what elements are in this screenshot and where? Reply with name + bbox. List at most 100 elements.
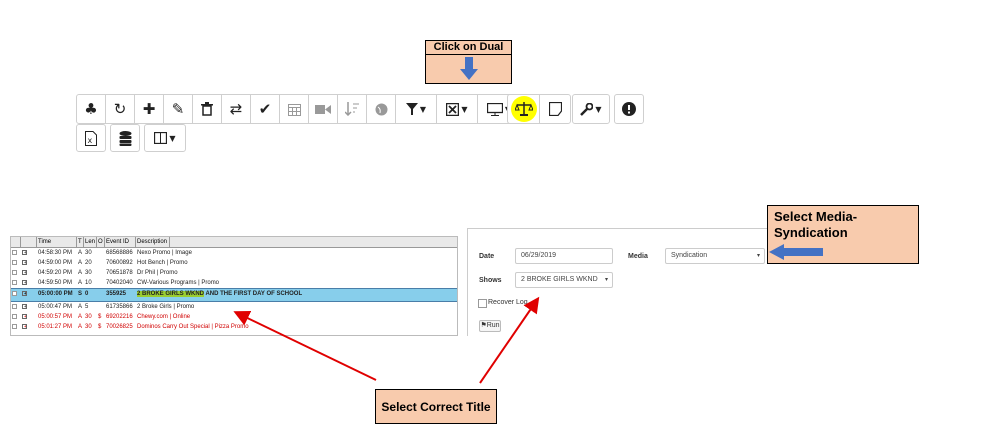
check-icon[interactable]: ✔: [250, 94, 280, 124]
media-label: Media: [628, 253, 648, 260]
video-icon[interactable]: [308, 94, 338, 124]
cell-o: [97, 289, 105, 301]
row-checkbox[interactable]: [11, 248, 21, 258]
cell-o: [97, 302, 105, 312]
header-time[interactable]: Time: [37, 237, 77, 247]
cell-o: [97, 248, 105, 258]
run-button[interactable]: ⚑Run: [479, 320, 501, 332]
expand-icon[interactable]: +: [21, 322, 37, 332]
highlighted-title[interactable]: 2 BROKE GIRLS WKND: [137, 291, 205, 297]
event-grid: Time T Len O Event ID Description +04:58…: [10, 236, 458, 336]
cell-description: Dominos Carry Out Special | Pizza Promo: [137, 324, 249, 330]
row-checkbox[interactable]: [11, 312, 21, 322]
filter-dropdown[interactable]: ▼: [395, 94, 437, 124]
row-checkbox[interactable]: [11, 278, 21, 288]
cell-description: Nexo Promo | Image: [137, 250, 192, 256]
date-label: Date: [479, 253, 495, 260]
dual-button[interactable]: [507, 94, 540, 124]
expand-icon[interactable]: +: [21, 278, 37, 288]
cell-o: [97, 278, 105, 288]
cell-description: 2 Broke Girls | Promo: [137, 304, 195, 310]
cell-len: 30: [85, 270, 92, 276]
header-description[interactable]: Description: [136, 237, 170, 247]
media-select[interactable]: Syndication ▾: [665, 248, 765, 264]
calendar-icon[interactable]: [279, 94, 309, 124]
excel-icon: x: [85, 130, 97, 146]
cell-time: 04:58:30 PM: [38, 250, 73, 256]
expand-icon[interactable]: +: [21, 258, 37, 268]
row-checkbox[interactable]: [11, 302, 21, 312]
expand-icon[interactable]: +: [21, 289, 37, 301]
row-checkbox[interactable]: [11, 289, 21, 301]
header-select-checkbox[interactable]: [11, 237, 21, 247]
table-row[interactable]: +04:58:30 PM A 30 68568886 Nexo Promo | Imag…: [11, 248, 457, 258]
grid-body: +04:58:30 PM A 30 68568886 Nexo Promo | Imag…: [11, 248, 457, 332]
header-o[interactable]: O: [97, 237, 105, 247]
alert-button[interactable]: [614, 94, 644, 124]
row-checkbox[interactable]: [11, 258, 21, 268]
media-select-value: Syndication: [671, 252, 708, 259]
expand-icon[interactable]: +: [21, 248, 37, 258]
columns-dropdown[interactable]: ▼: [144, 124, 186, 152]
globe-icon[interactable]: [366, 94, 396, 124]
cell-time: 05:00:47 PM: [38, 304, 73, 310]
cell-time: 05:01:27 PM: [38, 324, 73, 330]
expand-icon[interactable]: +: [21, 312, 37, 322]
row-checkbox[interactable]: [11, 322, 21, 332]
table-row[interactable]: +04:59:20 PM A 30 70651878 Dr Phil | Promo: [11, 268, 457, 278]
cell-description: Hot Bench | Promo: [137, 260, 188, 266]
cell-type: S: [78, 291, 83, 297]
row-checkbox[interactable]: [11, 268, 21, 278]
header-len[interactable]: Len: [84, 237, 97, 247]
header-t[interactable]: T: [77, 237, 84, 247]
cell-type: A: [78, 314, 83, 320]
recover-log-checkbox[interactable]: [478, 299, 487, 308]
expand-icon[interactable]: +: [21, 302, 37, 312]
media-callout-text: Select Media-Syndication: [774, 209, 858, 240]
wrench-dropdown[interactable]: ▼: [572, 94, 610, 124]
table-row[interactable]: +04:59:50 PM A 10 70402040 CW-Various Progra…: [11, 278, 457, 288]
recover-log-label: Recover Log: [488, 299, 528, 306]
filter-icon: [405, 103, 418, 115]
swap-icon[interactable]: ⇄: [221, 94, 251, 124]
cell-type: A: [78, 280, 83, 286]
cell-description: 2 BROKE GIRLS WKND AND THE FIRST DAY OF …: [136, 289, 457, 301]
toolbar-main-group: ♣ ↻ ✚ ✎ ⇄ ✔ ▼ ▼ ▼: [76, 94, 521, 124]
cell-type: A: [78, 304, 83, 310]
cell-len: 30: [85, 324, 92, 330]
wrench-icon: [580, 102, 594, 116]
excel-button[interactable]: x: [76, 124, 106, 152]
edit-icon[interactable]: ✎: [163, 94, 193, 124]
header-expand: [21, 237, 37, 247]
table-row[interactable]: +05:01:27 PM A 30 $70026825 Dominos Carry Ou…: [11, 322, 457, 332]
header-event-id[interactable]: Event ID: [105, 237, 136, 247]
sort-icon[interactable]: [337, 94, 367, 124]
title-callout: Select Correct Title: [375, 389, 497, 424]
cell-len: 0: [85, 291, 89, 297]
cell-time: 04:59:50 PM: [38, 280, 73, 286]
cell-description: Dr Phil | Promo: [137, 270, 178, 276]
cell-event-id: 70026825: [106, 324, 133, 330]
chevron-down-icon: ▾: [756, 253, 760, 259]
expand-icon[interactable]: +: [21, 268, 37, 278]
date-field[interactable]: 06/29/2019: [515, 248, 613, 264]
table-row[interactable]: +05:00:47 PM A 5 61735866 2 Broke Girls | Pr…: [11, 302, 457, 312]
cell-event-id: 355925: [106, 291, 127, 297]
database-icon: [119, 130, 131, 146]
trash-icon[interactable]: [192, 94, 222, 124]
table-row[interactable]: +05:00:00 PM S 0 355925 2 BROKE GIRLS WKND A…: [11, 288, 457, 302]
note-button[interactable]: [539, 94, 571, 124]
dual-callout: Click on Dual: [425, 40, 512, 84]
plus-icon[interactable]: ✚: [134, 94, 164, 124]
table-row[interactable]: +05:00:57 PM A 30 $69202216 Chewy.com | Onli…: [11, 312, 457, 322]
table-row[interactable]: +04:59:00 PM A 20 70600892 Hot Bench | Promo: [11, 258, 457, 268]
cell-time: 04:59:20 PM: [38, 270, 73, 276]
cell-event-id: 70600892: [106, 260, 133, 266]
monitor-icon: [486, 102, 503, 116]
shows-select[interactable]: 2 BROKE GIRLS WKND ▾: [515, 272, 613, 288]
dual-callout-text: Click on Dual: [426, 41, 511, 55]
tree-icon[interactable]: ♣: [76, 94, 106, 124]
refresh-icon[interactable]: ↻: [105, 94, 135, 124]
close-box-dropdown[interactable]: ▼: [436, 94, 478, 124]
database-button[interactable]: [110, 124, 140, 152]
